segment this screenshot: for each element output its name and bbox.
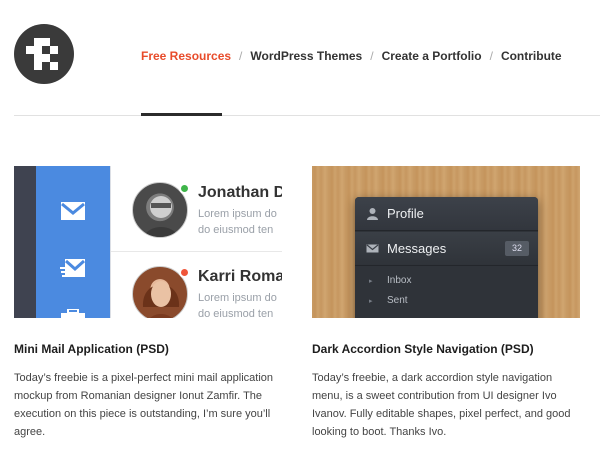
- bullet-icon: ▸: [369, 298, 373, 305]
- card-title[interactable]: Dark Accordion Style Navigation (PSD): [312, 342, 580, 356]
- resource-card-dark-accordion: Profile Messages 32 ▸ Inbox ▸ Sent Dark …: [312, 166, 580, 441]
- contact-preview-line: Lorem ipsum do: [198, 208, 277, 220]
- main-nav: Free Resources / WordPress Themes / Crea…: [141, 47, 562, 65]
- status-online-indicator: [179, 183, 190, 194]
- nav-separator: /: [239, 49, 243, 63]
- contact-preview-line: do eiusmod ten: [198, 308, 274, 318]
- accordion-subitem: Sent: [387, 295, 408, 306]
- accordion-label: Profile: [387, 206, 424, 221]
- card-description: Today’s freebie, a dark accordion style …: [312, 372, 571, 438]
- mail-fast-icon: [60, 259, 85, 277]
- accordion-subitem: Inbox: [387, 275, 412, 286]
- accordion-item-messages: Messages 32: [355, 232, 538, 266]
- accordion-item-profile: Profile: [355, 197, 538, 231]
- nav-create-portfolio[interactable]: Create a Portfolio: [382, 49, 482, 63]
- preview-dark-sidebar: [14, 166, 36, 318]
- card-description: Today’s freebie is a pixel-perfect mini …: [14, 372, 274, 438]
- site-logo[interactable]: [14, 24, 74, 84]
- card-title[interactable]: Mini Mail Application (PSD): [14, 342, 282, 356]
- mini-mail-preview[interactable]: Jonathan D Lorem ipsum do do eiusmod ten…: [14, 166, 282, 318]
- header-divider: [14, 115, 600, 116]
- user-icon: [367, 208, 378, 220]
- mail-icon: [61, 202, 85, 220]
- contact-name: Karri Roman: [198, 268, 282, 285]
- bullet-icon: ▸: [369, 278, 373, 285]
- nav-wordpress-themes[interactable]: WordPress Themes: [250, 49, 362, 63]
- message-count-badge: 32: [505, 241, 529, 256]
- accordion-panel: Profile Messages 32 ▸ Inbox ▸ Sent: [355, 197, 538, 318]
- contact-row-divider: [111, 251, 282, 252]
- nav-separator: /: [370, 49, 374, 63]
- nav-separator: /: [489, 49, 493, 63]
- preview-divider: [110, 166, 111, 318]
- briefcase-icon: [61, 309, 85, 318]
- resource-card-mini-mail: Jonathan D Lorem ipsum do do eiusmod ten…: [14, 166, 282, 441]
- status-busy-indicator: [179, 267, 190, 278]
- pixel-logo-icon: [26, 38, 58, 70]
- envelope-icon: [366, 244, 379, 253]
- dark-accordion-preview[interactable]: Profile Messages 32 ▸ Inbox ▸ Sent: [312, 166, 580, 318]
- contact-preview-line: Lorem ipsum do: [198, 292, 277, 304]
- contact-preview-line: do eiusmod ten: [198, 224, 274, 236]
- nav-contribute[interactable]: Contribute: [501, 49, 562, 63]
- preview-blue-sidebar: [36, 166, 110, 318]
- contact-name: Jonathan D: [198, 184, 282, 201]
- nav-free-resources[interactable]: Free Resources: [141, 49, 231, 63]
- accordion-label: Messages: [387, 241, 447, 256]
- nav-active-indicator: [141, 113, 222, 116]
